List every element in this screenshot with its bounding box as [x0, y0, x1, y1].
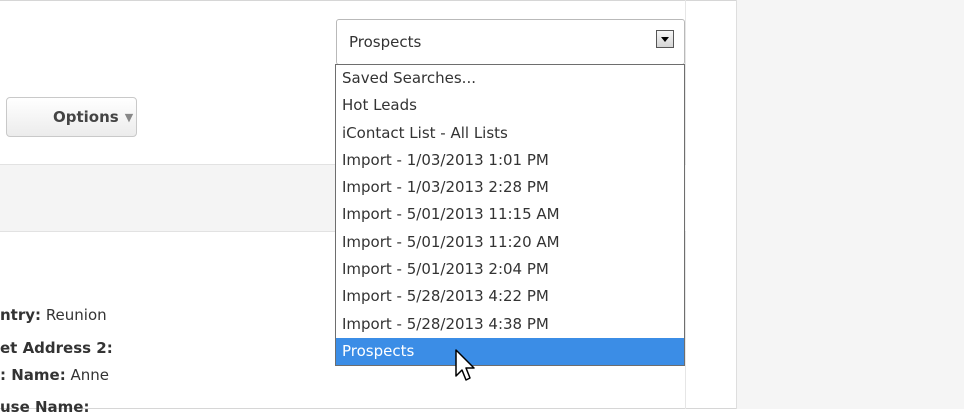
dropdown-option[interactable]: Prospects	[336, 337, 684, 366]
saved-search-select-value: Prospects	[349, 33, 422, 51]
field-label: ntry:	[0, 306, 42, 324]
field-label: : Name:	[0, 366, 66, 384]
chevron-down-icon: ▼	[124, 110, 134, 124]
dropdown-option[interactable]: Import - 5/01/2013 11:20 AM	[336, 229, 684, 256]
field-row-spouse-name: use Name:	[0, 398, 89, 416]
dropdown-option[interactable]: Import - 1/03/2013 1:01 PM	[336, 147, 684, 174]
dropdown-option[interactable]: Import - 5/28/2013 4:38 PM	[336, 311, 684, 338]
options-button-label: Options	[53, 108, 119, 126]
field-value: Reunion	[45, 306, 107, 324]
saved-search-select[interactable]: Prospects	[336, 19, 685, 65]
right-panel	[736, 0, 964, 409]
field-label: et Address 2:	[0, 339, 113, 357]
dropdown-option[interactable]: Import - 5/28/2013 4:22 PM	[336, 283, 684, 310]
dropdown-arrow-icon[interactable]	[656, 30, 674, 48]
dropdown-option[interactable]: iContact List - All Lists	[336, 120, 684, 147]
field-row-first-name: : Name: Anne	[0, 366, 109, 384]
saved-search-dropdown-list: Saved Searches... Hot Leads iContact List …	[335, 64, 685, 366]
dropdown-option[interactable]: Import - 1/03/2013 2:28 PM	[336, 174, 684, 201]
dropdown-option[interactable]: Hot Leads	[336, 92, 684, 119]
field-row-country: ntry: Reunion	[0, 306, 107, 324]
field-value: Anne	[70, 366, 109, 384]
dropdown-option[interactable]: Import - 5/01/2013 11:15 AM	[336, 201, 684, 228]
options-button[interactable]: Options ▼	[6, 97, 137, 137]
field-row-street-address-2: et Address 2:	[0, 339, 113, 357]
dropdown-option[interactable]: Saved Searches...	[336, 65, 684, 92]
mouse-pointer-icon	[455, 349, 475, 381]
dropdown-option[interactable]: Import - 5/01/2013 2:04 PM	[336, 256, 684, 283]
field-label: use Name:	[0, 398, 90, 416]
